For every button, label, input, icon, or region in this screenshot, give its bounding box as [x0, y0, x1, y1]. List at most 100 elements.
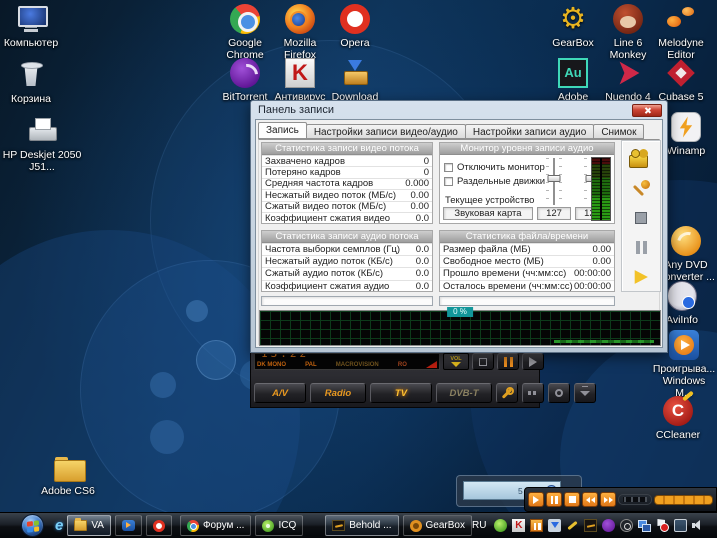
desktop-icon-nuendo[interactable]: Nuendo 4: [599, 58, 657, 103]
taskbar-button-explorer[interactable]: VA: [67, 515, 111, 536]
close-button[interactable]: [632, 104, 662, 117]
record-video-button[interactable]: [626, 146, 656, 170]
tab-video-audio-settings[interactable]: Настройки записи видео/аудио: [306, 124, 466, 139]
stop-button[interactable]: [626, 206, 656, 230]
pause-icon: [636, 241, 647, 254]
player-pause-button[interactable]: [546, 492, 562, 507]
tv-record-button[interactable]: [548, 383, 570, 403]
stat-row: Сжатый аудио поток (КБ/с)0.0: [262, 267, 432, 279]
icon-label: GearBox: [552, 37, 593, 49]
wmp-icon: [122, 520, 135, 531]
internet-explorer-button[interactable]: e: [55, 517, 63, 534]
forward-icon: [609, 497, 613, 503]
tv-pause-button[interactable]: [497, 353, 519, 370]
tab-snapshot[interactable]: Снимок: [593, 124, 644, 139]
separate-sliders-checkbox[interactable]: Раздельные движки: [444, 176, 545, 187]
record-audio-button[interactable]: [626, 176, 656, 200]
player-forward-button[interactable]: [600, 492, 616, 507]
desktop-icon-opera[interactable]: Opera: [326, 4, 384, 49]
tab-record[interactable]: Запись: [258, 122, 307, 139]
tv-channel-button[interactable]: [574, 383, 596, 403]
bittorrent-tray-icon[interactable]: [602, 519, 615, 532]
pause-tray-icon[interactable]: [530, 519, 543, 532]
tv-options-button[interactable]: [522, 383, 544, 403]
taskbar-button-label: VA: [91, 520, 104, 531]
taskbar-button-forum[interactable]: Форум ...: [180, 515, 252, 536]
taskbar-button-wmp[interactable]: [115, 515, 142, 536]
tab-audio-settings[interactable]: Настройки записи аудио: [465, 124, 594, 139]
slider-thumb[interactable]: [548, 175, 561, 182]
tab-strip: Запись Настройки записи видео/аудио Наст…: [258, 122, 643, 139]
player-play-button[interactable]: [528, 492, 544, 507]
stat-value: 0.0: [416, 268, 429, 279]
taskbar-button-gearbox[interactable]: GearBox: [403, 515, 472, 536]
tv-play-button[interactable]: [522, 353, 544, 370]
behold-tv-tray-icon[interactable]: [584, 519, 597, 532]
player-progress-bar[interactable]: [654, 495, 713, 505]
icq-tray-icon[interactable]: [494, 519, 507, 532]
opera-icon: [153, 520, 165, 532]
stat-row: Сжатый видео поток (МБ/с)0.00: [262, 201, 432, 212]
desktop-icon-adobe-audition[interactable]: Au Adobe: [544, 58, 602, 103]
utorrent-tray-icon[interactable]: [620, 519, 633, 532]
desktop-icon-printer[interactable]: HP Deskjet 2050 J51...: [0, 116, 84, 173]
stat-value: 0: [424, 167, 429, 178]
download-master-tray-icon[interactable]: [548, 519, 561, 532]
stat-row: Потеряно кадров0: [262, 166, 432, 177]
start-button[interactable]: [21, 514, 44, 537]
desktop-icon-melodyne[interactable]: Melodyne Editor: [652, 4, 710, 61]
stat-value: 0.0: [416, 256, 429, 267]
desktop-icon-chrome[interactable]: Google Chrome: [216, 4, 274, 61]
desktop-icon-recycle-bin[interactable]: Корзина: [2, 60, 60, 105]
firefox-icon: [285, 4, 315, 34]
taskbar-button-icq[interactable]: ICQ: [255, 515, 303, 536]
level-slider-left[interactable]: [546, 158, 562, 205]
network-tray-icon[interactable]: [638, 519, 651, 532]
desktop-icon-bittorrent[interactable]: BitTorrent: [216, 58, 274, 103]
disable-monitor-checkbox[interactable]: Отключить монитор: [444, 162, 545, 173]
volume-tray-icon[interactable]: [692, 519, 705, 532]
vu-meter: [591, 157, 611, 221]
kaspersky-tray-icon[interactable]: K: [512, 519, 525, 532]
icq-flower-icon: [262, 520, 274, 532]
tv-settings-button[interactable]: [496, 383, 518, 403]
action-center-flag-icon[interactable]: [656, 519, 669, 532]
tv-av-button[interactable]: A/V: [254, 383, 306, 403]
taskbar-button-behold[interactable]: Behold ...: [325, 515, 398, 536]
stat-label: Прошло времени (чч:мм:сс): [443, 268, 566, 279]
stat-value: 0.00: [411, 190, 430, 201]
gear-icon: ⚙: [558, 4, 588, 34]
tv-stop-button[interactable]: [472, 353, 494, 370]
tv-dvbt-button[interactable]: DVB-T: [436, 383, 492, 403]
icon-label: Winamp: [667, 145, 706, 157]
tv-radio-button[interactable]: Radio: [310, 383, 366, 403]
play-button[interactable]: [626, 265, 656, 289]
desktop-icon-line6-monkey[interactable]: Line 6 Monkey: [599, 4, 657, 61]
desktop-icon-gearbox[interactable]: ⚙ GearBox: [544, 4, 602, 49]
checkbox-icon: [444, 163, 453, 172]
taskbar-button-opera[interactable]: [146, 515, 172, 536]
tv-display: 13:22 DK MONO PAL MACROVISION RO: [254, 353, 440, 370]
player-rewind-button[interactable]: [582, 492, 598, 507]
desktop-icon-adobe-cs6[interactable]: Adobe CS6: [24, 452, 112, 497]
stat-label: Коэффициент сжатия аудио: [265, 281, 389, 292]
desktop-icon-antivirus[interactable]: K Антивирус: [271, 58, 329, 103]
tv-volume-indicator[interactable]: VOL: [443, 353, 469, 370]
desktop-icon-cubase[interactable]: Cubase 5: [652, 58, 710, 103]
display-tray-icon[interactable]: [674, 519, 687, 532]
desktop-icon-firefox[interactable]: Mozilla Firefox: [271, 4, 329, 61]
stylus-tray-icon[interactable]: [566, 519, 579, 532]
stop-icon: [635, 212, 647, 224]
pause-button[interactable]: [626, 235, 656, 259]
title-bar[interactable]: Панель записи: [251, 101, 667, 119]
desktop-icon-ccleaner[interactable]: C CCleaner: [649, 396, 707, 441]
audio-monitor-group: Монитор уровня записи аудио Отключить мо…: [439, 142, 615, 224]
desktop-icon-download[interactable]: Download: [326, 58, 384, 103]
player-stop-button[interactable]: [564, 492, 580, 507]
desktop-icon-computer[interactable]: Компьютер: [2, 4, 60, 49]
tv-tv-button[interactable]: TV: [370, 383, 432, 403]
stat-label: Свободное место (МБ): [443, 256, 544, 267]
language-indicator[interactable]: RU: [472, 520, 486, 531]
activity-trace: [554, 340, 654, 343]
player-volume-control[interactable]: [618, 494, 652, 505]
